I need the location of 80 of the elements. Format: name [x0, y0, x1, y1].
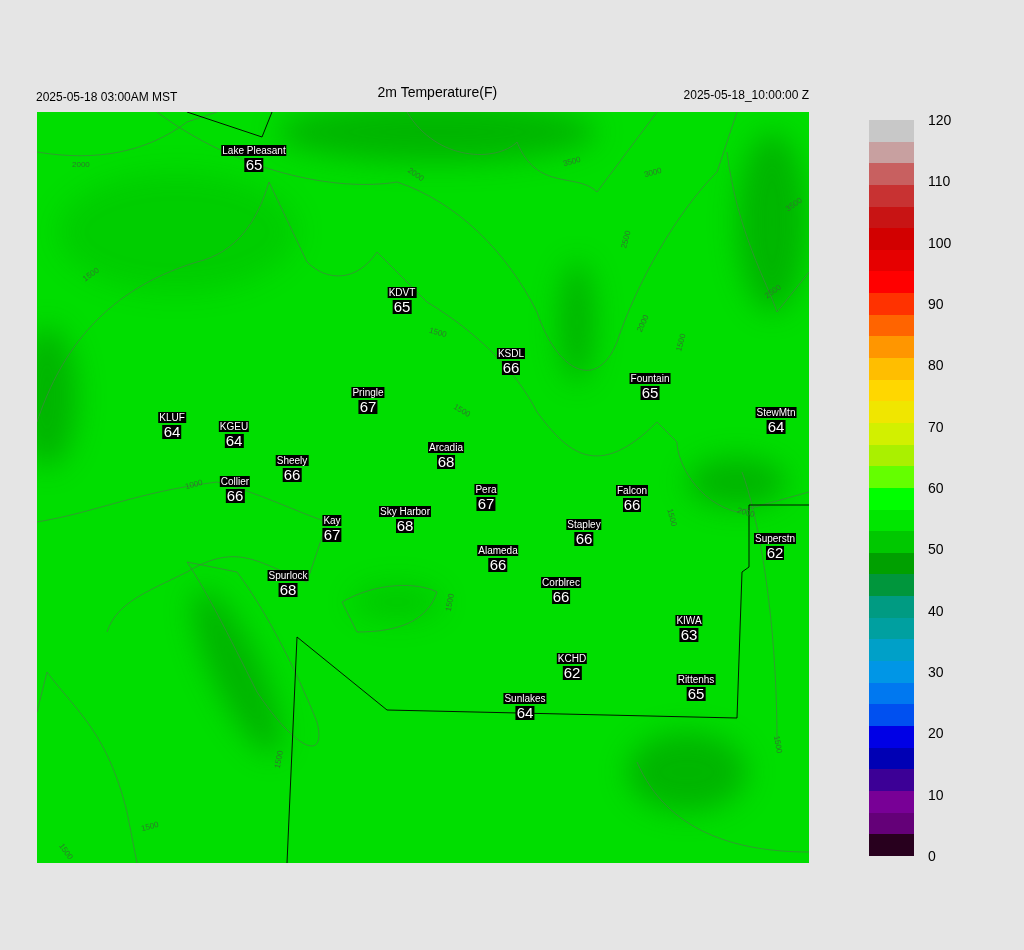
scale-tick-label: 40 [928, 603, 945, 618]
scale-tick-label: 20 [928, 726, 945, 741]
station-name: KCHD [556, 653, 588, 664]
station-name: KGEU [218, 421, 250, 432]
scale-tick-label: 100 [928, 235, 952, 250]
station-name: Falcon [616, 485, 648, 496]
contour-label: 1500 [665, 507, 679, 528]
contour-label: 2000 [406, 165, 426, 184]
station-name: Pringle [351, 387, 385, 398]
station-name: Collier [219, 476, 251, 487]
station-name: Sunlakes [503, 693, 547, 704]
station-name: KDVT [387, 287, 417, 298]
station-temperature: 66 [488, 558, 508, 572]
station-name: Sheely [275, 455, 309, 466]
scale-tick-label: 90 [928, 297, 945, 311]
station-temperature: 64 [162, 425, 182, 439]
plot-title: 2m Temperature(F) [377, 84, 498, 100]
station-name: Stapley [566, 519, 602, 530]
station-temperature: 68 [395, 519, 415, 533]
contour-label: 2500 [619, 229, 633, 250]
station-temperature: 65 [640, 386, 660, 400]
station-name: StewMtn [755, 407, 797, 418]
contour-label: 1500 [140, 819, 160, 834]
contour-label: 2000 [635, 313, 651, 334]
valid-time-local: 2025-05-18 03:00AM MST [36, 90, 178, 104]
scale-tick-label: 0 [928, 848, 937, 863]
contour-label: 1500 [771, 734, 784, 755]
station-name: Corblrec [541, 577, 581, 588]
station-temperature: 66 [574, 532, 594, 546]
scale-tick-label: 10 [928, 787, 945, 802]
contour-label: 1000 [184, 477, 204, 492]
contour-label: 3500 [562, 154, 582, 169]
station-temperature: 62 [562, 666, 582, 680]
contour-label: 1500 [674, 332, 688, 353]
station-name: Alameda [477, 545, 519, 556]
station-name: Sky Harbor [379, 506, 431, 517]
scale-tick-label: 70 [928, 419, 945, 434]
station-name: KSDL [496, 348, 526, 359]
contour-label: 3000 [643, 165, 663, 180]
contour-label: 1500 [443, 592, 456, 613]
station-temperature: 66 [282, 468, 302, 482]
station-name: Pera [474, 484, 498, 495]
station-name: Lake Pleasant [221, 145, 287, 156]
station-temperature: 67 [358, 400, 378, 414]
station-temperature: 68 [436, 455, 456, 469]
station-temperature: 66 [551, 590, 571, 604]
station-temperature: 64 [766, 420, 786, 434]
station-name: Superstn [754, 533, 796, 544]
scale-tick-label: 110 [928, 174, 952, 189]
station-temperature: 65 [686, 687, 706, 701]
station-temperature: 67 [322, 528, 342, 542]
station-name: Arcadia [428, 442, 464, 453]
contour-label: 1500 [272, 749, 285, 770]
station-temperature: 66 [501, 361, 521, 375]
station-name: KIWA [675, 615, 703, 626]
station-temperature: 66 [225, 489, 245, 503]
station-temperature: 67 [476, 497, 496, 511]
station-name: Fountain [629, 373, 671, 384]
station-temperature: 65 [244, 158, 264, 172]
contour-label: 2000 [72, 160, 90, 169]
station-temperature: 64 [515, 706, 535, 720]
contour-label: 1500 [451, 402, 472, 419]
station-temperature: 62 [765, 546, 785, 560]
station-name: Spurlock [267, 570, 309, 581]
contour-label: 1500 [428, 325, 448, 340]
station-temperature: 63 [679, 628, 699, 642]
station-name: Rittenhs [676, 674, 716, 685]
station-temperature: 65 [392, 300, 412, 314]
scale-tick-label: 50 [928, 542, 945, 557]
scale-tick-label: 30 [928, 664, 945, 679]
station-temperature: 68 [278, 583, 298, 597]
station-name: Kay [322, 515, 342, 526]
valid-time-utc: 2025-05-18_10:00:00 Z [683, 88, 809, 102]
station-temperature: 66 [622, 498, 642, 512]
station-name: KLUF [158, 412, 186, 423]
scale-tick-label: 120 [928, 113, 952, 127]
contour-label: 2000 [736, 505, 756, 520]
scale-tick-label: 60 [928, 480, 945, 495]
station-temperature: 64 [224, 434, 244, 448]
scale-tick-label: 80 [928, 358, 945, 373]
